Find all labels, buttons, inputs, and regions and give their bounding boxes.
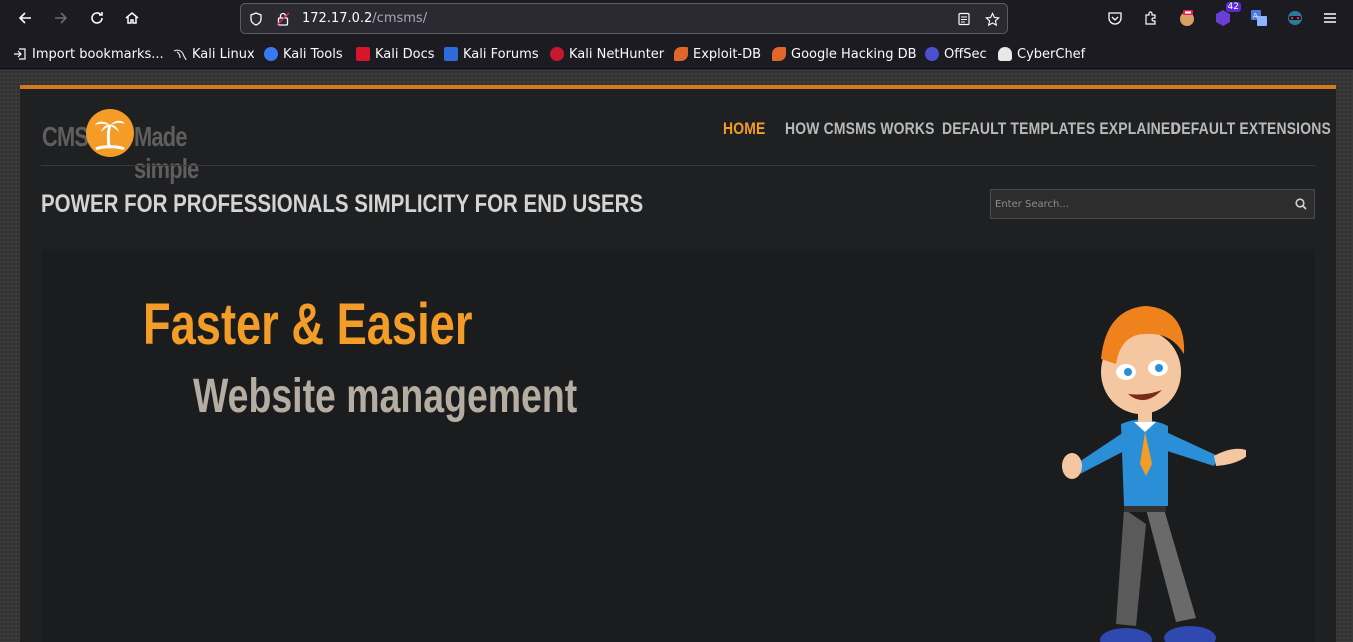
hero-banner: Faster & Easier Website management (41, 249, 1315, 642)
nav-home[interactable]: HOME (723, 119, 765, 139)
menu-hamburger-icon[interactable] (1318, 6, 1342, 30)
extension-mask-icon[interactable] (1283, 6, 1307, 30)
bookmark-label: Kali NetHunter (569, 46, 665, 62)
palm-island-icon (86, 109, 134, 157)
bookmark-kali-nethunter[interactable]: Kali NetHunter (550, 46, 664, 62)
kali-forums-icon (444, 47, 458, 61)
bookmark-label: CyberChef (1017, 46, 1086, 62)
nethunter-icon (550, 47, 564, 61)
bookmark-label: Kali Forums (463, 46, 539, 62)
url-bar[interactable]: 172.17.0.2/cmsms/ (240, 3, 1008, 34)
site-tagline: POWER FOR PROFESSIONALS SIMPLICITY FOR E… (41, 190, 644, 218)
bookmark-label: OffSec (944, 46, 987, 62)
bookmark-label: Google Hacking DB (791, 46, 917, 62)
nav-default-templates[interactable]: DEFAULT TEMPLATES EXPLAINED (942, 119, 1181, 139)
page-viewport: CMS Made simple HOME HOW CMSMS WORKS DEF… (0, 70, 1353, 642)
insecure-lock-icon[interactable] (274, 10, 292, 28)
url-host: 172.17.0.2 (302, 11, 373, 26)
url-path: /cmsms/ (372, 11, 428, 26)
logo-text-cms: CMS (42, 121, 89, 152)
header-divider (41, 165, 1315, 166)
search-input[interactable] (991, 190, 1287, 218)
offsec-icon (925, 47, 939, 61)
back-button[interactable] (11, 5, 39, 31)
home-button[interactable] (118, 5, 146, 31)
forward-arrow-icon (55, 12, 68, 24)
site-logo[interactable]: CMS Made simple (42, 107, 272, 184)
url-text[interactable]: 172.17.0.2/cmsms/ (302, 11, 427, 26)
site-search (990, 189, 1315, 219)
bookmark-exploit-db[interactable]: Exploit-DB (674, 46, 761, 62)
bookmark-kali-forums[interactable]: Kali Forums (444, 46, 539, 62)
logo-text-made-simple: Made simple (134, 121, 199, 184)
bookmark-kali-tools[interactable]: Kali Tools (264, 46, 343, 62)
bookmark-label: Import bookmarks... (32, 46, 164, 62)
mascot-illustration (1062, 306, 1246, 642)
bookmark-import[interactable]: Import bookmarks... (13, 46, 164, 62)
hero-headline: Faster & Easier (143, 292, 473, 357)
browser-toolbar: 172.17.0.2/cmsms/ 42 A (0, 0, 1353, 37)
kali-tools-icon (264, 47, 278, 61)
nav-default-extensions[interactable]: DEFAULT EXTENSIONS (1171, 119, 1331, 139)
search-icon (1295, 198, 1307, 210)
kali-icon (173, 47, 187, 61)
back-arrow-icon (18, 12, 31, 24)
ghdb-icon (772, 47, 786, 61)
extensions-puzzle-icon[interactable] (1139, 6, 1163, 30)
home-icon (125, 12, 139, 24)
bookmark-cyberchef[interactable]: CyberChef (998, 46, 1085, 62)
extension-cookie-icon[interactable] (1175, 6, 1199, 30)
svg-text:A: A (1253, 12, 1258, 20)
bookmark-label: Kali Linux (192, 46, 255, 62)
bookmark-label: Exploit-DB (693, 46, 762, 62)
bookmark-star-icon[interactable] (983, 10, 1001, 28)
bookmark-label: Kali Tools (283, 46, 343, 62)
reload-button[interactable] (83, 5, 111, 31)
extension-badge: 42 (1225, 2, 1241, 12)
reader-view-icon[interactable] (955, 10, 973, 28)
pocket-icon[interactable] (1103, 6, 1127, 30)
site-container: CMS Made simple HOME HOW CMSMS WORKS DEF… (20, 85, 1336, 642)
forward-button[interactable] (47, 5, 75, 31)
shield-icon[interactable] (247, 10, 265, 28)
bookmark-ghdb[interactable]: Google Hacking DB (772, 46, 917, 62)
extension-hexagon-icon[interactable]: 42 (1211, 2, 1241, 30)
kali-docs-icon (356, 47, 370, 61)
reload-icon (91, 12, 103, 24)
search-button[interactable] (1288, 190, 1314, 218)
bookmark-label: Kali Docs (375, 46, 435, 62)
bookmark-offsec[interactable]: OffSec (925, 46, 987, 62)
import-icon (13, 47, 27, 61)
translate-icon[interactable]: A (1247, 6, 1271, 30)
cyberchef-icon (998, 47, 1012, 61)
exploit-db-icon (674, 47, 688, 61)
nav-how-cmsms-works[interactable]: HOW CMSMS WORKS (785, 119, 935, 139)
bookmarks-bar: Import bookmarks... Kali Linux Kali Tool… (0, 37, 1353, 69)
bookmark-kali-docs[interactable]: Kali Docs (356, 46, 435, 62)
bookmark-kali-linux[interactable]: Kali Linux (173, 46, 255, 62)
hero-subline: Website management (193, 370, 578, 423)
